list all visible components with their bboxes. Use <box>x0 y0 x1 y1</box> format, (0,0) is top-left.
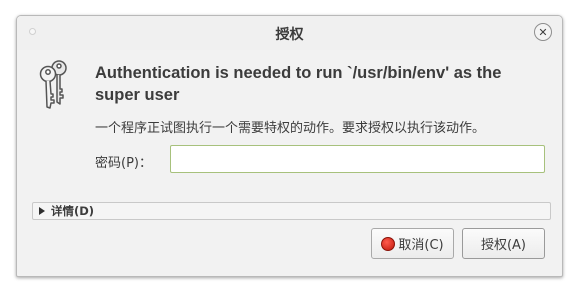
password-label: 密码(P)： <box>95 156 152 171</box>
auth-dialog: 授权 ✕ Authentication is needed to run `/u… <box>16 15 563 277</box>
dialog-title: 授权 <box>275 27 304 43</box>
details-expander[interactable]: 详情(D) <box>32 202 551 220</box>
cancel-button[interactable]: 取消(C) <box>371 228 454 259</box>
password-input[interactable] <box>170 145 545 173</box>
close-icon: ✕ <box>538 25 548 39</box>
keys-icon <box>39 60 67 109</box>
details-label: 详情(D) <box>51 204 95 218</box>
title-bar: 授权 ✕ <box>17 16 562 50</box>
authenticate-label: 授权(A) <box>480 238 527 253</box>
triangle-right-icon <box>39 207 45 215</box>
cancel-label: 取消(C) <box>398 238 444 253</box>
auth-heading: Authentication is needed to run `/usr/bi… <box>95 64 502 104</box>
close-button[interactable]: ✕ <box>534 23 552 41</box>
stop-icon <box>381 236 396 251</box>
auth-description: 一个程序正试图执行一个需要特权的动作。要求授权以执行该动作。 <box>95 121 486 136</box>
authenticate-button[interactable]: 授权(A) <box>462 228 545 259</box>
